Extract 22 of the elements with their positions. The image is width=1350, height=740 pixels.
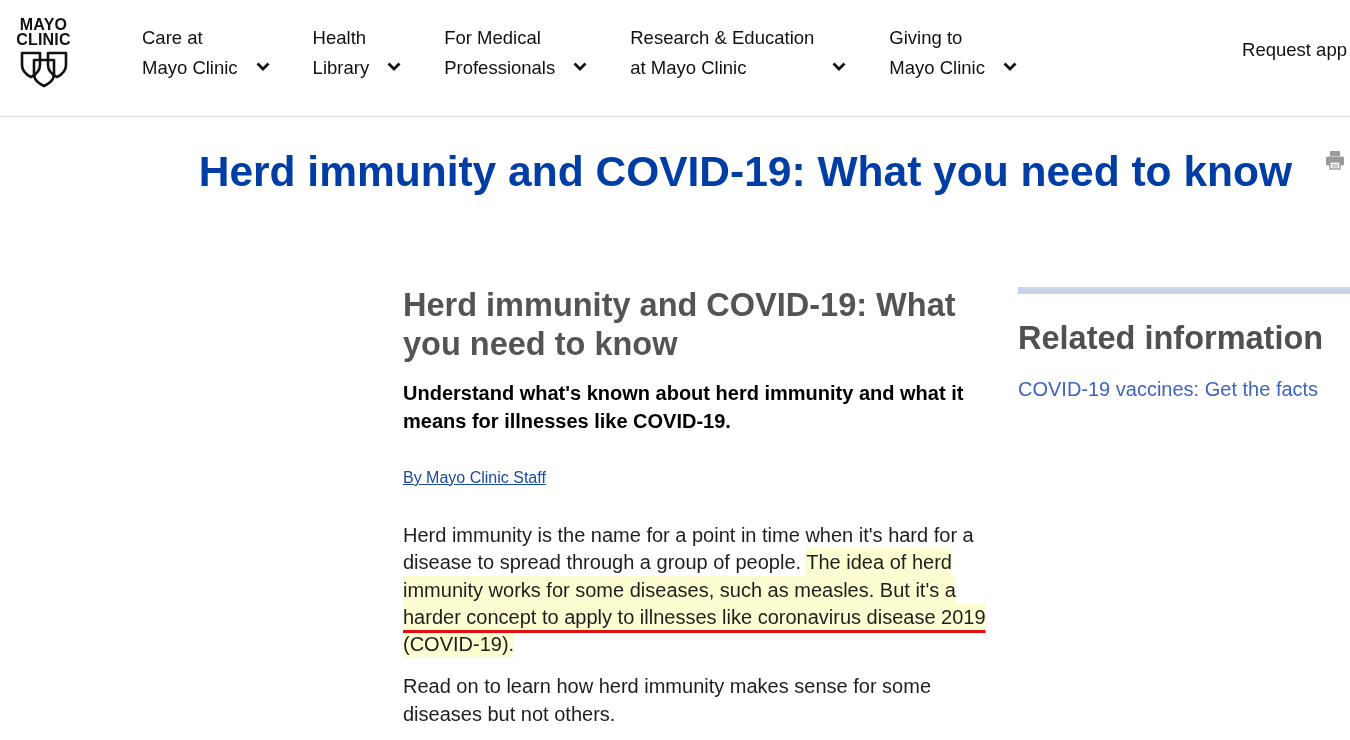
- byline-link[interactable]: By Mayo Clinic Staff: [403, 468, 546, 488]
- home-logo-link[interactable]: MAYO CLINIC: [15, 17, 72, 88]
- chevron-down-icon: [573, 62, 588, 71]
- nav-menu-button[interactable]: Giving to Mayo Clinic: [889, 23, 1017, 83]
- article-headline: Herd immunity and COVID-19: What you need to know: [403, 286, 957, 364]
- page-title: Herd immunity and COVID-19: What you need to know: [198, 147, 1292, 197]
- request-appointment-link[interactable]: Request app: [1242, 38, 1347, 62]
- related-heading: Related information: [1018, 320, 1325, 356]
- chevron-down-icon: [387, 62, 402, 71]
- article-paragraph: Read on to learn how herd immunity makes sense for some diseases but not others.: [403, 674, 933, 727]
- related-link[interactable]: COVID-19 vaccines: Get the facts: [1018, 377, 1319, 401]
- nav-menu-button[interactable]: For Medical Professionals: [444, 23, 588, 83]
- article-subtitle: Understand what's known about herd immunity and what it means for illnesses like COVID-19.: [403, 381, 965, 434]
- chevron-down-icon: [832, 62, 847, 71]
- shields-logo-icon: [19, 51, 68, 88]
- chevron-down-icon: [1002, 62, 1017, 71]
- article-paragraph: Herd immunity is the name for a point in time when it's hard for a disease to spread through a group of people. The idea of herd immunity works for some diseases, such as measles. But it's a harder concept to apply to illnesses like coronavirus disease 2019 (COVID-19).: [403, 522, 993, 659]
- nav-menu-button[interactable]: Research & Education at Mayo Clinic: [630, 23, 847, 83]
- nav-menu-button[interactable]: Health Library: [312, 23, 402, 83]
- print-icon[interactable]: [1325, 150, 1345, 170]
- chevron-down-icon: [255, 62, 270, 71]
- nav-menu-button[interactable]: Care at Mayo Clinic: [142, 23, 270, 83]
